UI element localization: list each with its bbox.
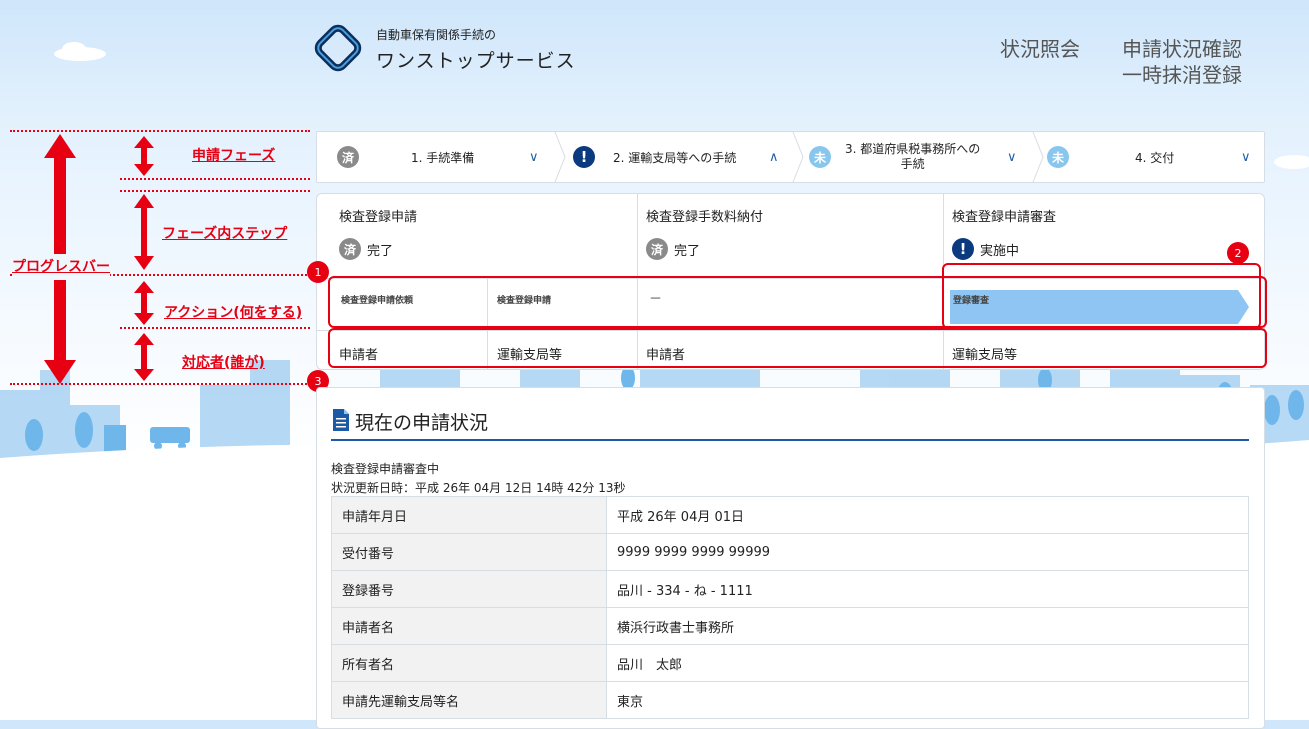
step-status-label: 完了 — [367, 243, 394, 259]
document-icon — [333, 409, 349, 431]
chevron-down-icon: ∨ — [1241, 149, 1251, 165]
table-row: 申請年月日 平成 26年 04月 01日 — [331, 496, 1249, 534]
double-arrow-icon — [134, 281, 154, 325]
row-value: 東京 — [606, 681, 1249, 719]
done-badge-icon: 済 — [339, 238, 361, 260]
step-title: 検査登録申請審査 — [952, 210, 1057, 225]
phase-label: 3. 都道府県税事務所への 手続 — [845, 142, 980, 172]
table-row: 申請先運輸支局等名 東京 — [331, 681, 1249, 719]
callout-number: 1 — [307, 261, 329, 283]
step-status: 済 完了 — [339, 238, 393, 260]
row-key: 申請者名 — [331, 607, 607, 645]
service-logo-icon — [314, 24, 362, 72]
phase-item-prefectural-tax[interactable]: 未 3. 都道府県税事務所への 手続 ∨ — [809, 132, 1029, 182]
step-status: ! 実施中 — [952, 238, 1019, 260]
table-row: 受付番号 9999 9999 9999 99999 — [331, 533, 1249, 571]
row-value: 品川 - 334 - ね - 1111 — [606, 570, 1249, 608]
cloud-decoration — [1274, 155, 1309, 169]
annotation-guide-line — [120, 178, 310, 180]
annotation-actor: 対応者(誰が) — [182, 355, 265, 371]
phase-separator — [1032, 132, 1044, 182]
phase-label: 4. 交付 — [1135, 150, 1175, 165]
step-status-label: 実施中 — [980, 243, 1020, 259]
done-badge-icon: 済 — [337, 146, 359, 168]
phase-progress-bar: 済 1. 手続準備 ∨ ! 2. 運輸支局等への手続 ∧ 未 3. 都道府県税事… — [316, 131, 1265, 183]
step-status: 済 完了 — [646, 238, 700, 260]
brand-subtitle: 自動車保有関係手続の — [376, 28, 497, 42]
title-underline — [331, 439, 1249, 441]
nav-temporary-deregistration[interactable]: 一時抹消登録 — [1122, 59, 1242, 88]
phase-label: 2. 運輸支局等への手続 — [613, 150, 737, 165]
phase-label: 1. 手続準備 — [411, 150, 475, 165]
brand-title: ワンストップサービス — [376, 50, 576, 72]
status-updated-time: 状況更新日時：平成 26年 04月 12日 14時 42分 13秒 — [331, 481, 626, 495]
row-value: 横浜行政書士事務所 — [606, 607, 1249, 645]
pending-badge-icon: 未 — [1047, 146, 1069, 168]
annotation-guide-line — [120, 190, 310, 192]
phase-item-preparation[interactable]: 済 1. 手続準備 ∨ — [337, 132, 552, 182]
pending-badge-icon: 未 — [809, 146, 831, 168]
phase-label-line2: 手続 — [900, 157, 925, 171]
nav-application-status[interactable]: 申請状況確認 — [1122, 33, 1242, 62]
double-arrow-icon — [134, 136, 154, 176]
annotation-step: フェーズ内ステップ — [162, 226, 288, 242]
annotation-action: アクション(何をする) — [164, 305, 303, 321]
double-arrow-icon — [134, 194, 154, 270]
row-key: 申請先運輸支局等名 — [331, 681, 607, 719]
card-title: 現在の申請状況 — [355, 412, 489, 434]
phase-item-delivery[interactable]: 未 4. 交付 ∨ — [1047, 132, 1257, 182]
callout-box-current-step — [942, 263, 1261, 329]
phase-item-transport-office[interactable]: ! 2. 運輸支局等への手続 ∧ — [573, 132, 788, 182]
application-info-table: 申請年月日 平成 26年 04月 01日 受付番号 9999 9999 9999 9… — [331, 496, 1249, 719]
phase-separator — [792, 132, 804, 182]
row-key: 受付番号 — [331, 533, 607, 571]
double-arrow-icon — [134, 333, 154, 381]
current-status-card: 現在の申請状況 検査登録申請審査中 状況更新日時：平成 26年 04月 12日 … — [316, 387, 1265, 729]
callout-box-actors — [328, 328, 1267, 368]
chevron-down-icon: ∨ — [529, 149, 539, 165]
row-value: 9999 9999 9999 99999 — [606, 533, 1249, 571]
row-value: 平成 26年 04月 01日 — [606, 496, 1249, 534]
chevron-up-icon: ∧ — [769, 149, 779, 165]
annotation-phase: 申請フェーズ — [192, 148, 276, 164]
nav-status-inquiry[interactable]: 状況照会 — [1000, 33, 1080, 62]
cloud-decoration — [54, 42, 106, 61]
annotation-guide-line — [10, 130, 310, 132]
callout-number: 2 — [1227, 242, 1249, 264]
done-badge-icon: 済 — [646, 238, 668, 260]
phase-separator — [554, 132, 566, 182]
exclamation-badge-icon: ! — [952, 238, 974, 260]
current-status-text: 検査登録申請審査中 — [331, 462, 440, 476]
step-title: 検査登録手数料納付 — [646, 210, 764, 225]
annotation-guide-line — [120, 327, 310, 329]
row-key: 申請年月日 — [331, 496, 607, 534]
table-row: 申請者名 横浜行政書士事務所 — [331, 607, 1249, 645]
exclamation-badge-icon: ! — [573, 146, 595, 168]
row-key: 所有者名 — [331, 644, 607, 682]
table-row: 登録番号 品川 - 334 - ね - 1111 — [331, 570, 1249, 608]
step-title: 検査登録申請 — [339, 210, 418, 225]
step-status-label: 完了 — [674, 243, 701, 259]
table-row: 所有者名 品川 太郎 — [331, 644, 1249, 682]
row-value: 品川 太郎 — [606, 644, 1249, 682]
chevron-down-icon: ∨ — [1007, 149, 1017, 165]
row-key: 登録番号 — [331, 570, 607, 608]
phase-label-line1: 3. 都道府県税事務所への — [845, 142, 981, 156]
annotation-progress-bar: プログレスバー — [12, 256, 110, 276]
